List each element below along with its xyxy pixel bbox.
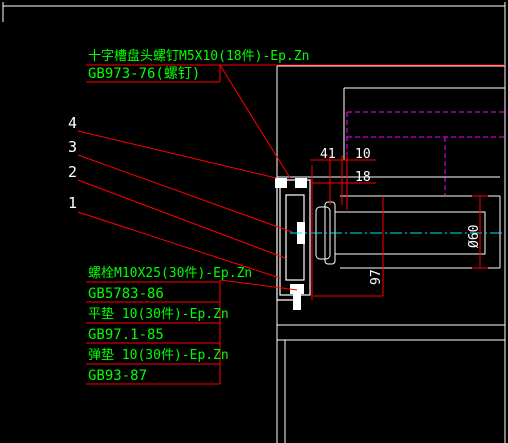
dimension-41: 41 (320, 147, 336, 162)
dimension-diameter-60: Ø60 (467, 225, 482, 248)
bracket-profile (275, 177, 311, 310)
callout-4: 4 (68, 114, 77, 132)
note-screw-spec: 十字槽盘头螺钉M5X10(18件)-Ep.Zn (88, 48, 309, 64)
note-bolt-standard: GB5783-86 (88, 286, 164, 302)
note-spring-washer: 弹垫 10(30件)-Ep.Zn (88, 347, 229, 363)
note-bolt-spec: 螺栓M10X25(30件)-Ep.Zn (88, 266, 252, 281)
dimension-18: 18 (355, 170, 371, 185)
callout-3: 3 (68, 138, 77, 156)
callout-1: 1 (68, 194, 77, 212)
dimension-10: 10 (355, 147, 371, 162)
note-flat-washer: 平垫 10(30件)-Ep.Zn (88, 306, 229, 322)
dimension-97: 97 (369, 269, 384, 285)
cad-drawing: 4 3 2 1 十字槽盘头螺钉M5X10(18件)-Ep.Zn GB973-76… (2, 2, 506, 443)
note-screw-standard: GB973-76(螺钉) (88, 66, 200, 82)
callout-2: 2 (68, 163, 77, 181)
note-flat-washer-standard: GB97.1-85 (88, 327, 164, 343)
cad-viewport[interactable]: 4 3 2 1 十字槽盘头螺钉M5X10(18件)-Ep.Zn GB973-76… (0, 0, 508, 443)
note-spring-washer-standard: GB93-87 (88, 368, 147, 384)
drawing-frame (2, 2, 506, 443)
